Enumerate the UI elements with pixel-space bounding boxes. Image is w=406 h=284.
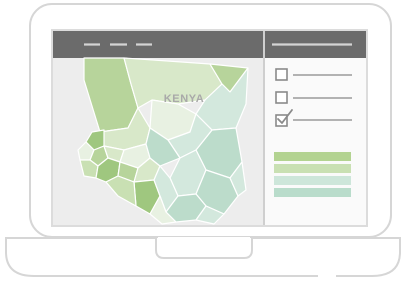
checkbox-icon[interactable]: [275, 68, 288, 81]
legend-bar-1: [274, 152, 351, 161]
laptop-illustration: KENYA: [5, 3, 401, 278]
map-country-label: KENYA: [164, 93, 205, 105]
checkbox-icon[interactable]: [275, 91, 288, 104]
laptop-trackpad-notch: [155, 238, 253, 259]
legend-bar-2: [274, 164, 351, 173]
legend-bar-4: [274, 188, 351, 197]
checkbox-icon[interactable]: [275, 114, 288, 127]
legend-bar-3: [274, 176, 351, 185]
sidebar-panel: [265, 58, 366, 225]
